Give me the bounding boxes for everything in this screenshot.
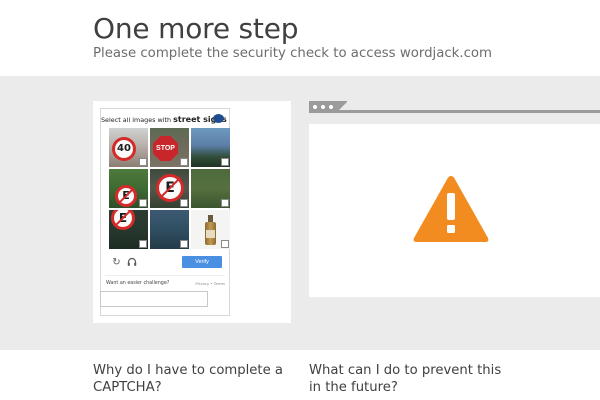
warning-triangle-icon	[413, 176, 489, 242]
page-subtitle: Please complete the security check to ac…	[93, 46, 493, 61]
captcha-tile-6[interactable]	[191, 169, 230, 208]
captcha-instruction: Select all images with street signs	[101, 115, 227, 124]
no-parking-sign-icon: E	[111, 210, 135, 230]
captcha-tile-7[interactable]: E	[109, 210, 148, 249]
tile-checkbox	[139, 240, 147, 248]
captcha-tile-5[interactable]: E	[150, 169, 189, 208]
browser-illustration	[309, 101, 600, 297]
easier-challenge-link[interactable]: Want an easier challenge?	[106, 281, 169, 286]
bottle-icon	[205, 215, 216, 245]
captcha-tile-9[interactable]	[191, 210, 230, 249]
privacy-terms-links[interactable]: Privacy • Terms	[195, 281, 225, 286]
browser-dot	[329, 105, 333, 109]
stop-sign-icon: STOP	[153, 136, 178, 161]
captcha-widget: Select all images with street signs 40 S…	[100, 108, 230, 316]
tile-checkbox	[139, 199, 147, 207]
captcha-panel: Select all images with street signs 40 S…	[93, 101, 291, 323]
page-title: One more step	[93, 12, 299, 45]
browser-toolbar	[309, 101, 600, 113]
faq-question-why-captcha: Why do I have to complete a CAPTCHA?	[93, 363, 283, 395]
captcha-tile-8[interactable]	[150, 210, 189, 249]
captcha-toolbar: ↻ Verify	[109, 256, 225, 270]
headphones-icon[interactable]	[126, 257, 137, 268]
no-parking-sign-icon: E	[115, 185, 137, 207]
captcha-tile-1[interactable]: 40	[109, 128, 148, 167]
tile-checkbox	[221, 158, 229, 166]
tile-checkbox	[221, 199, 229, 207]
browser-dot	[313, 105, 317, 109]
tile-checkbox	[139, 158, 147, 166]
street-sign-example-icon	[213, 114, 224, 123]
tile-checkbox	[180, 158, 188, 166]
instruction-prefix: Select all images with	[101, 116, 172, 124]
header: One more step Please complete the securi…	[0, 0, 600, 76]
captcha-tile-3[interactable]	[191, 128, 230, 167]
tile-checkbox	[221, 240, 229, 248]
faq-question-prevent-future: What can I do to prevent this in the fut…	[309, 363, 502, 395]
refresh-icon[interactable]: ↻	[111, 257, 122, 268]
tile-checkbox	[180, 240, 188, 248]
browser-dot	[321, 105, 325, 109]
no-parking-sign-icon: E	[156, 174, 184, 202]
faq-section	[0, 350, 600, 400]
divider	[105, 275, 225, 276]
browser-tab	[347, 101, 600, 110]
captcha-response-field[interactable]	[100, 291, 208, 307]
tile-checkbox	[180, 199, 188, 207]
captcha-image-grid: 40 STOP E E E	[109, 128, 231, 250]
speed-limit-sign-icon: 40	[112, 137, 136, 161]
captcha-tile-4[interactable]: E	[109, 169, 148, 208]
browser-window	[309, 124, 600, 297]
captcha-tile-2[interactable]: STOP	[150, 128, 189, 167]
verify-button[interactable]: Verify	[182, 256, 222, 268]
